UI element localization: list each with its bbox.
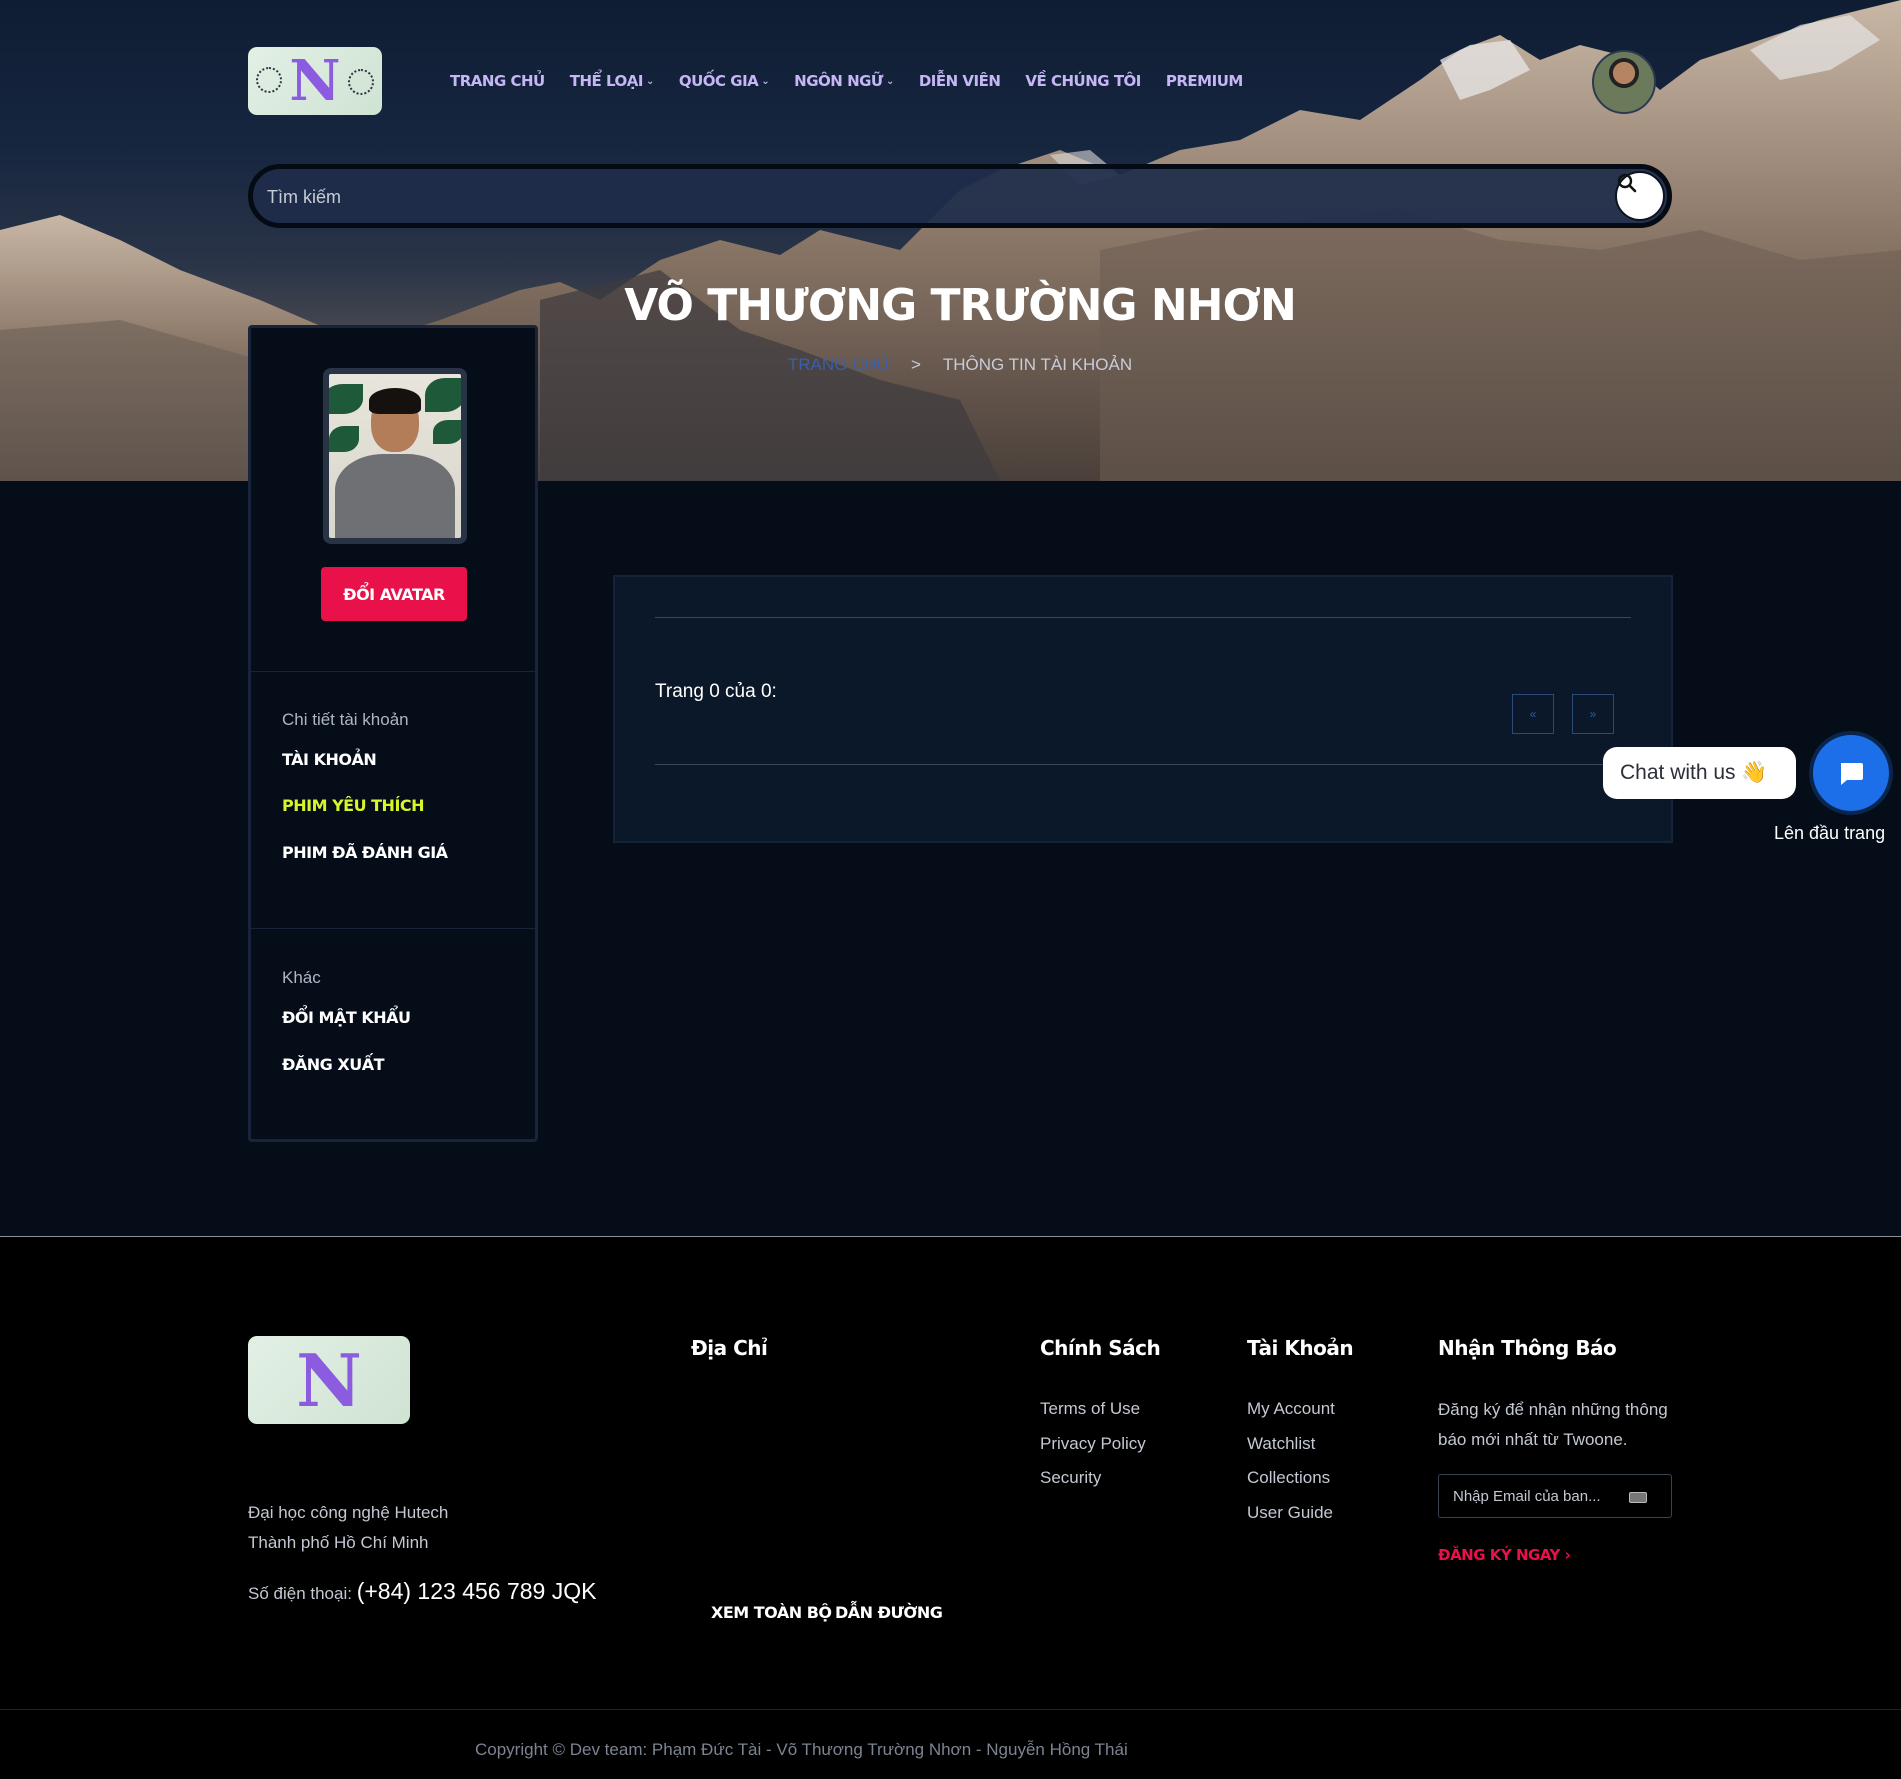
nav-trang-chu[interactable]: TRANG CHỦ [450,72,545,90]
subscribe-label: ĐĂNG KÝ NGAY [1438,1546,1560,1564]
footer-logo[interactable]: N [248,1336,410,1424]
section-heading-other: Khác [282,968,321,987]
phone-label: Số điện thoại: [248,1584,352,1603]
sidebar-item-favorite-movies[interactable]: PHIM YÊU THÍCH [282,796,425,815]
chat-icon [1841,763,1863,785]
chevron-down-icon: ⌄ [645,75,654,87]
nav-label: PREMIUM [1165,72,1243,90]
footer-heading-newsletter: Nhận Thông Báo [1438,1336,1617,1360]
footer-link-watchlist[interactable]: Watchlist [1247,1434,1315,1454]
nav-label: NGÔN NGỮ [794,72,883,90]
footer-phone: Số điện thoại: (+84) 123 456 789 JQK [248,1576,596,1609]
address-line: Đại học công nghệ Hutech [248,1503,449,1522]
main-nav: TRANG CHỦ THỂ LOẠI ⌄ QUỐC GIA ⌄ NGÔN NGỮ ⌄ … [450,72,1268,90]
copyright: Copyright © Dev team: Phạm Đức Tài - Võ … [475,1740,1128,1759]
nav-label: TRANG CHỦ [450,72,545,90]
divider [251,928,535,929]
newsletter-line: Đăng ký để nhận những thông [1438,1400,1668,1419]
directions-button[interactable]: DẪN ĐƯỜNG [835,1603,943,1622]
footer-link-collections[interactable]: Collections [1247,1468,1330,1488]
sidebar-item-change-password[interactable]: ĐỔI MẬT KHẨU [282,1008,411,1027]
email-input[interactable] [1453,1485,1613,1507]
chat-invite[interactable]: Chat with us 👋 [1603,747,1796,799]
divider [655,764,1631,765]
view-all-button[interactable]: XEM TOÀN BỘ [711,1603,832,1622]
nav-ve-chung-toi[interactable]: VỀ CHÚNG TÔI [1025,72,1141,90]
newsletter-email-field [1438,1474,1672,1518]
footer-heading-address: Địa Chỉ [691,1336,768,1360]
sidebar-item-rated-movies[interactable]: PHIM ĐÃ ĐÁNH GIÁ [282,843,448,862]
account-sidebar: ĐỔI AVATAR Chi tiết tài khoản TÀI KHOẢN … [248,325,538,1142]
sidebar-item-logout[interactable]: ĐĂNG XUẤT [282,1055,385,1074]
nav-ngon-ngu[interactable]: NGÔN NGỮ ⌄ [794,72,894,90]
search-icon [1617,173,1637,193]
nav-the-loai[interactable]: THỂ LOẠI ⌄ [569,72,655,90]
profile-photo [329,374,461,538]
subscribe-button[interactable]: ĐĂNG KÝ NGAY › [1438,1546,1571,1564]
logo-letter: N [289,48,341,114]
chevron-down-icon: ⌄ [761,75,770,87]
change-avatar-button[interactable]: ĐỔI AVATAR [321,567,467,621]
nav-quoc-gia[interactable]: QUỐC GIA ⌄ [678,72,770,90]
footer-link-security[interactable]: Security [1040,1468,1101,1488]
chevron-down-icon: ⌄ [885,75,894,87]
prev-page-button[interactable]: « [1512,694,1554,734]
search-button[interactable] [1615,171,1665,221]
newsletter-line: báo mới nhất từ Twoone. [1438,1430,1628,1449]
footer-link-privacy[interactable]: Privacy Policy [1040,1434,1146,1454]
phone-value: (+84) 123 456 789 JQK [356,1578,597,1604]
nav-label: QUỐC GIA [678,72,759,90]
profile-avatar [323,368,467,544]
nav-label: THỂ LOẠI [569,72,644,90]
next-page-button[interactable]: » [1572,694,1614,734]
nav-premium[interactable]: PREMIUM [1166,72,1243,90]
breadcrumb-separator: > [910,355,921,374]
nav-label: DIỄN VIÊN [918,72,1001,90]
user-avatar[interactable] [1592,50,1656,114]
footer-address: Đại học công nghệ Hutech Thành phố Hồ Ch… [248,1498,448,1558]
footer-heading-policy: Chính Sách [1040,1336,1161,1360]
site-logo[interactable]: N [248,47,382,115]
nav-dien-vien[interactable]: DIỄN VIÊN [919,72,1001,90]
page-title: VÕ THƯƠNG TRƯỜNG NHƠN [624,280,1297,331]
breadcrumb-home[interactable]: TRANG CHỦ [788,355,889,374]
logo-letter: N [296,1337,362,1423]
divider [251,671,535,672]
footer-link-terms[interactable]: Terms of Use [1040,1399,1140,1419]
section-heading-account: Chi tiết tài khoản [282,710,409,729]
wave-icon: 👋 [1741,761,1768,784]
breadcrumb-current: THÔNG TIN TÀI KHOẢN [942,355,1133,374]
footer-link-user-guide[interactable]: User Guide [1247,1503,1333,1523]
back-to-top-link[interactable]: Lên đầu trang [1774,823,1885,844]
divider [655,617,1631,618]
footer-link-my-account[interactable]: My Account [1247,1399,1335,1419]
favorites-panel: Trang 0 của 0: « » [613,575,1673,843]
keyboard-icon [1629,1492,1647,1503]
page-info: Trang 0 của 0: [655,681,777,702]
chat-label: Chat with us [1620,761,1736,784]
address-line: Thành phố Hồ Chí Minh [248,1533,429,1552]
chevron-right-icon: › [1564,1546,1571,1564]
search-bar [248,164,1672,228]
search-input[interactable] [267,179,1507,215]
nav-label: VỀ CHÚNG TÔI [1025,72,1141,90]
newsletter-description: Đăng ký để nhận những thông báo mới nhất… [1438,1395,1668,1455]
chat-launcher-button[interactable] [1813,735,1889,811]
sidebar-item-account[interactable]: TÀI KHOẢN [282,750,377,769]
footer-bottom-divider [0,1709,1901,1710]
footer-heading-account: Tài Khoản [1247,1336,1354,1360]
